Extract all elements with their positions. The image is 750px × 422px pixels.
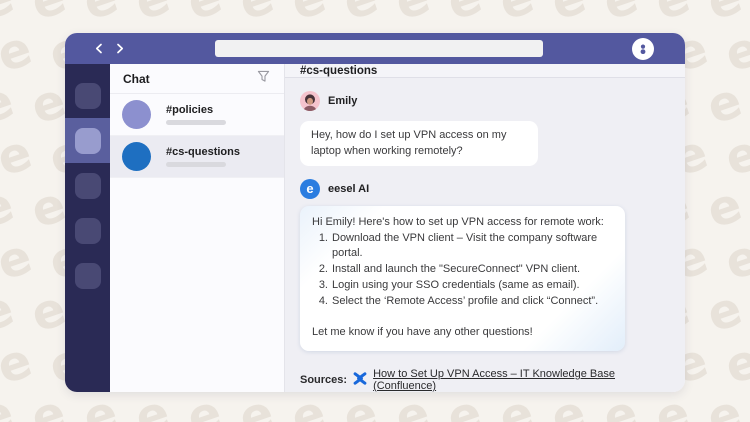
ai-answer-card: Hi Emily! Here's how to set up VPN acces… (300, 205, 625, 351)
rail-item-2-selected[interactable] (65, 118, 110, 163)
rail-item-3[interactable] (65, 163, 110, 208)
rail-item-4[interactable] (65, 208, 110, 253)
app-icon (74, 82, 101, 109)
user-message-author: Emily (328, 95, 358, 108)
ai-message-author: eesel AI (328, 182, 370, 195)
chat-content: Emily Hey, how do I set up VPN access on… (285, 78, 685, 392)
filter-icon[interactable] (257, 70, 270, 88)
channel-panel: Chat #policies #cs-questions (110, 64, 285, 392)
app-icon (74, 262, 101, 289)
back-chevron-icon[interactable] (93, 43, 105, 55)
source-link[interactable]: How to Set Up VPN Access – IT Knowledge … (373, 368, 670, 392)
app-window: Chat #policies #cs-questions #cs-questio… (65, 33, 685, 392)
ai-message-block: e eesel AI Hi Emily! Here's how to set u… (300, 178, 670, 392)
app-rail (65, 64, 110, 392)
app-icon (74, 217, 101, 244)
app-icon (74, 127, 101, 154)
ai-answer-step: 2. Install and launch the "SecureConnect… (318, 263, 581, 276)
channel-panel-header: Chat (110, 64, 284, 94)
chat-header-title: #cs-questions (285, 64, 685, 79)
channel-avatar (122, 142, 151, 171)
channel-name: #policies (166, 104, 214, 116)
user-message-bubble: Hey, how do I set up VPN access on my la… (300, 121, 538, 166)
ai-answer-intro: Hi Emily! Here's how to set up VPN acces… (312, 215, 604, 228)
ai-answer-step: 4. Select the ‘Remote Access’ profile an… (318, 294, 599, 307)
titlebar (65, 33, 685, 64)
channel-name: #cs-questions (166, 146, 240, 158)
ai-message-author-row: e eesel AI (300, 178, 670, 199)
forward-chevron-icon[interactable] (113, 43, 125, 55)
rail-item-1[interactable] (65, 73, 110, 118)
channel-panel-title: Chat (123, 71, 150, 86)
rail-item-5[interactable] (65, 253, 110, 298)
nav-controls (93, 43, 125, 55)
profile-icon[interactable] (632, 37, 654, 60)
channel-avatar (122, 100, 151, 129)
ai-answer-outro: Let me know if you have any other questi… (312, 326, 533, 339)
channel-placeholder-bar (166, 162, 226, 167)
ai-answer-step: 1. Download the VPN client – Visit the c… (318, 231, 598, 260)
ai-answer-step: 3. Login using your SSO credentials (sam… (318, 278, 580, 291)
search-bar[interactable] (215, 40, 543, 57)
channel-row-policies[interactable]: #policies (110, 94, 284, 136)
window-body: Chat #policies #cs-questions #cs-questio… (65, 64, 685, 392)
app-icon (74, 172, 101, 199)
eesel-ai-avatar: e (300, 178, 320, 199)
chat-area: #cs-questions Emily Hey, how do I set up… (285, 64, 685, 392)
channel-row-cs-questions[interactable]: #cs-questions (110, 136, 284, 178)
user-message-author-row: Emily (300, 91, 670, 112)
stage: eeeeeeeeeeeeeeeeeeeeeeeeeeeeeeeeeeeeeeee… (0, 0, 750, 422)
emily-avatar (300, 91, 320, 112)
channel-placeholder-bar (166, 120, 226, 125)
sources-row: Sources: How to Set Up VPN Access – IT K… (300, 368, 670, 392)
sources-label: Sources: (300, 374, 348, 386)
confluence-icon (353, 372, 367, 388)
